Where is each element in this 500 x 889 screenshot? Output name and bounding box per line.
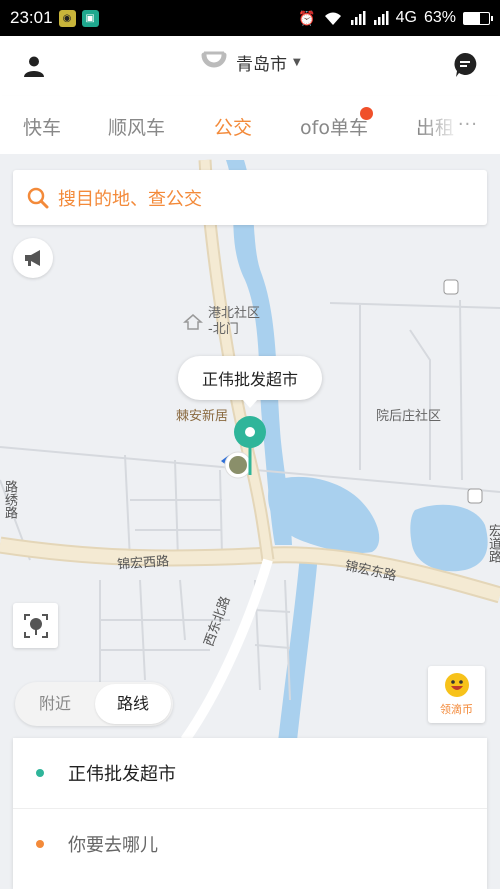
destination-placeholder: 你要去哪儿 [68,834,158,856]
coin-label: 领滴币 [440,703,473,716]
user-icon[interactable] [22,54,46,78]
notification-app-icon-2: ▣ [81,9,99,27]
hot-badge-icon [360,107,373,120]
road-label-right: 宏道路 [486,524,500,563]
route-panel: 正伟批发超市 你要去哪儿 [13,738,487,889]
network-type: 4G [395,9,417,26]
destination-search[interactable]: 搜目的地、查公交 [13,170,487,225]
recenter-button[interactable] [13,603,58,648]
toggle-nearby[interactable]: 附近 [15,682,95,726]
tab-ofo-bike[interactable]: ofo单车 [300,113,368,140]
map-label-north-gate: 港北社区 -北门 [208,306,261,337]
chevron-down-icon: ▼ [293,56,301,68]
more-tabs-button[interactable]: ··· [458,114,478,135]
origin-bubble[interactable]: 正伟批发超市 [178,356,322,408]
road-label-left: 路绣路 [2,480,17,519]
battery-icon [463,11,493,25]
status-time: 23:01 [10,8,53,27]
app-header: 青岛市 ▼ [0,36,500,96]
signal-icon [350,11,366,25]
status-bar: 23:01 ◉ ▣ ⏰ 4G 63% [0,0,500,36]
locate-icon [23,613,48,638]
message-icon[interactable] [453,52,477,78]
didi-coin-button[interactable]: 领滴币 [428,666,485,723]
origin-dot-icon [36,769,44,777]
wifi-icon [324,12,341,25]
search-placeholder: 搜目的地、查公交 [58,188,202,210]
origin-text: 正伟批发超市 [68,764,176,785]
smiley-coin-icon [444,673,469,697]
city-name: 青岛市 [236,54,287,75]
service-tabs: 快车 顺风车 公交 ofo单车 出租 ··· [0,96,500,154]
alarm-icon: ⏰ [298,9,316,26]
tab-hitch[interactable]: 顺风车 [108,113,165,140]
signal-icon-2 [373,11,389,25]
destination-row[interactable]: 你要去哪儿 [13,808,487,878]
origin-row[interactable]: 正伟批发超市 [13,738,487,808]
map-label-residence: 棘安新居 [176,409,229,424]
didi-logo-icon [201,51,227,68]
toggle-route[interactable]: 路线 [95,684,171,724]
destination-dot-icon [36,839,44,848]
map-label-village: 院后庄社区 [376,409,442,424]
tab-express[interactable]: 快车 [23,113,61,140]
announcement-button[interactable] [13,238,53,278]
search-icon [27,187,49,208]
road-label-jinhong-west: 锦宏西路 [116,554,170,573]
mode-toggle: 附近 路线 [15,682,173,726]
city-selector[interactable]: 青岛市 ▼ [200,49,301,75]
battery-percent: 63% [423,9,456,26]
megaphone-icon [25,250,40,266]
tab-bus[interactable]: 公交 [214,113,252,140]
notification-app-icon: ◉ [58,9,76,27]
